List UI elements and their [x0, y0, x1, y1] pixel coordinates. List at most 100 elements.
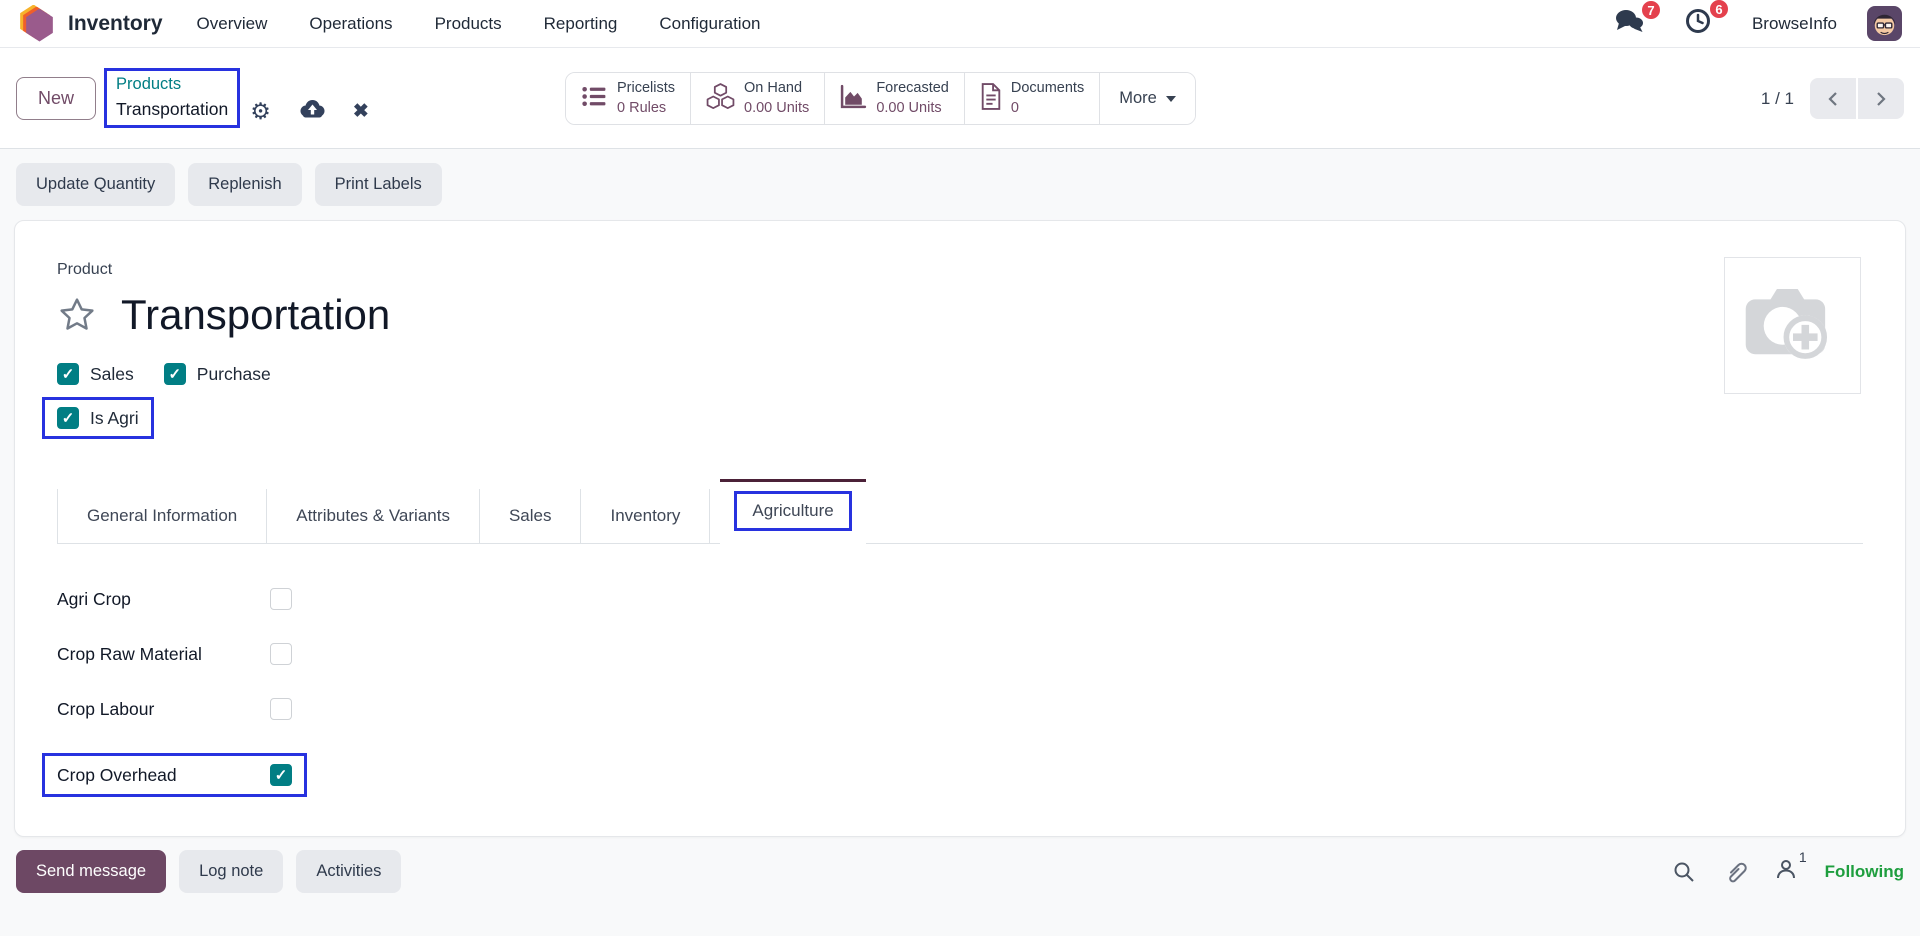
document-icon	[980, 83, 1002, 115]
activities-button[interactable]: 6	[1684, 7, 1722, 40]
chatter-bar: Send message Log note Activities 1 Follo…	[16, 850, 1904, 893]
avatar[interactable]	[1867, 6, 1902, 41]
stat-button-group: Pricelists 0 Rules On Hand 0.00 Units	[565, 72, 1196, 125]
product-name-field[interactable]: Transportation	[121, 291, 390, 339]
top-navbar: Inventory Overview Operations Products R…	[0, 0, 1920, 48]
more-label: More	[1119, 89, 1157, 108]
crop-raw-material-label: Crop Raw Material	[57, 644, 270, 665]
stat-button-on-hand[interactable]: On Hand 0.00 Units	[691, 73, 825, 124]
crop-labour-checkbox[interactable]: ✓	[270, 698, 292, 720]
following-button[interactable]: Following	[1825, 862, 1904, 882]
save-cloud-icon[interactable]	[298, 98, 326, 124]
agriculture-highlight-box: Agriculture	[734, 491, 851, 531]
is-agri-toggle[interactable]: ✓ Is Agri	[57, 407, 139, 429]
followers-button[interactable]: 1	[1774, 857, 1798, 886]
pricelist-list-icon	[581, 84, 608, 114]
tab-label: Sales	[509, 506, 552, 525]
stat-value: 0.00 Units	[876, 99, 949, 119]
nav-item-overview[interactable]: Overview	[197, 14, 268, 34]
control-panel: New Products Transportation ⚙ ✖	[0, 48, 1920, 149]
person-icon	[1774, 857, 1798, 886]
stat-value: 0.00 Units	[744, 99, 809, 119]
crop-raw-material-checkbox[interactable]: ✓	[270, 643, 292, 665]
stat-button-documents[interactable]: Documents 0	[965, 73, 1100, 124]
app-logo-icon[interactable]	[18, 4, 58, 44]
tab-inventory[interactable]: Inventory	[581, 489, 710, 543]
stat-title: On Hand	[744, 79, 809, 99]
is-agri-checkbox[interactable]: ✓	[57, 407, 79, 429]
chat-bubbles-icon	[1614, 21, 1644, 38]
action-button-row: Update Quantity Replenish Print Labels	[0, 149, 1920, 220]
followers-count: 1	[1799, 849, 1807, 865]
breadcrumb: Products Transportation	[104, 68, 240, 127]
tab-label: Inventory	[610, 506, 680, 525]
camera-plus-icon	[1741, 280, 1845, 371]
user-name[interactable]: BrowseInfo	[1752, 14, 1837, 34]
activities-button-chatter[interactable]: Activities	[296, 850, 401, 893]
previous-record-button[interactable]	[1810, 78, 1856, 119]
agri-crop-checkbox[interactable]: ✓	[270, 588, 292, 610]
area-chart-icon	[840, 84, 867, 114]
product-field-label: Product	[57, 261, 1863, 279]
is-agri-toggle-label: Is Agri	[90, 408, 139, 429]
update-quantity-button[interactable]: Update Quantity	[16, 163, 175, 206]
product-form-card: Product Transportation ✓ Sales ✓ Purchas…	[14, 220, 1906, 837]
pager-count: 1 / 1	[1761, 89, 1794, 109]
search-messages-icon[interactable]	[1672, 860, 1696, 884]
stat-button-pricelists[interactable]: Pricelists 0 Rules	[566, 73, 691, 124]
stat-title: Forecasted	[876, 79, 949, 99]
purchase-toggle[interactable]: ✓ Purchase	[164, 363, 271, 385]
nav-item-configuration[interactable]: Configuration	[659, 14, 760, 34]
breadcrumb-products-link[interactable]: Products	[116, 73, 228, 97]
agriculture-tab-content: Agri Crop ✓ Crop Raw Material ✓ Crop Lab…	[57, 544, 1863, 797]
stat-value: 0 Rules	[617, 99, 675, 119]
tab-label: Attributes & Variants	[296, 506, 450, 525]
settings-gear-icon[interactable]: ⚙	[250, 100, 271, 123]
cubes-icon	[706, 83, 735, 115]
nav-item-products[interactable]: Products	[435, 14, 502, 34]
breadcrumb-current-record: Transportation	[116, 97, 228, 122]
attachment-paperclip-icon[interactable]	[1723, 859, 1747, 885]
record-pager: 1 / 1	[1761, 78, 1904, 119]
crop-overhead-highlight-box: Crop Overhead ✓	[42, 753, 307, 797]
main-menu: Overview Operations Products Reporting C…	[197, 14, 761, 34]
nav-item-operations[interactable]: Operations	[309, 14, 392, 34]
tab-agriculture[interactable]: Agriculture	[720, 479, 865, 544]
log-note-button[interactable]: Log note	[179, 850, 283, 893]
clock-icon	[1684, 22, 1712, 39]
tab-sales[interactable]: Sales	[480, 489, 582, 543]
favorite-star-icon[interactable]	[57, 295, 97, 335]
notebook-tabs: General Information Attributes & Variant…	[57, 479, 1863, 544]
agri-crop-label: Agri Crop	[57, 589, 270, 610]
next-record-button[interactable]	[1858, 78, 1904, 119]
product-image-upload[interactable]	[1724, 257, 1861, 394]
is-agri-highlight-box: ✓ Is Agri	[42, 397, 154, 439]
replenish-button[interactable]: Replenish	[188, 163, 301, 206]
tab-general-information[interactable]: General Information	[57, 489, 267, 543]
activities-badge: 6	[1708, 0, 1730, 20]
tab-label: General Information	[87, 506, 237, 525]
sales-checkbox[interactable]: ✓	[57, 363, 79, 385]
new-button[interactable]: New	[16, 77, 96, 120]
chevron-down-icon	[1166, 96, 1176, 102]
messages-badge: 7	[1640, 0, 1662, 21]
send-message-button[interactable]: Send message	[16, 850, 166, 893]
crop-overhead-checkbox[interactable]: ✓	[270, 764, 292, 786]
purchase-toggle-label: Purchase	[197, 364, 271, 385]
sales-toggle-label: Sales	[90, 364, 134, 385]
stat-title: Documents	[1011, 79, 1084, 99]
stat-button-forecasted[interactable]: Forecasted 0.00 Units	[825, 73, 965, 124]
discard-icon[interactable]: ✖	[353, 102, 369, 121]
tab-attributes-variants[interactable]: Attributes & Variants	[267, 489, 480, 543]
print-labels-button[interactable]: Print Labels	[315, 163, 442, 206]
sales-toggle[interactable]: ✓ Sales	[57, 363, 134, 385]
crop-labour-label: Crop Labour	[57, 699, 270, 720]
crop-overhead-label: Crop Overhead	[57, 765, 270, 786]
purchase-checkbox[interactable]: ✓	[164, 363, 186, 385]
more-dropdown-button[interactable]: More	[1100, 73, 1195, 124]
stat-title: Pricelists	[617, 79, 675, 99]
messages-button[interactable]: 7	[1614, 8, 1654, 39]
stat-value: 0	[1011, 99, 1084, 119]
nav-item-reporting[interactable]: Reporting	[544, 14, 618, 34]
app-name-menu[interactable]: Inventory	[68, 12, 163, 36]
